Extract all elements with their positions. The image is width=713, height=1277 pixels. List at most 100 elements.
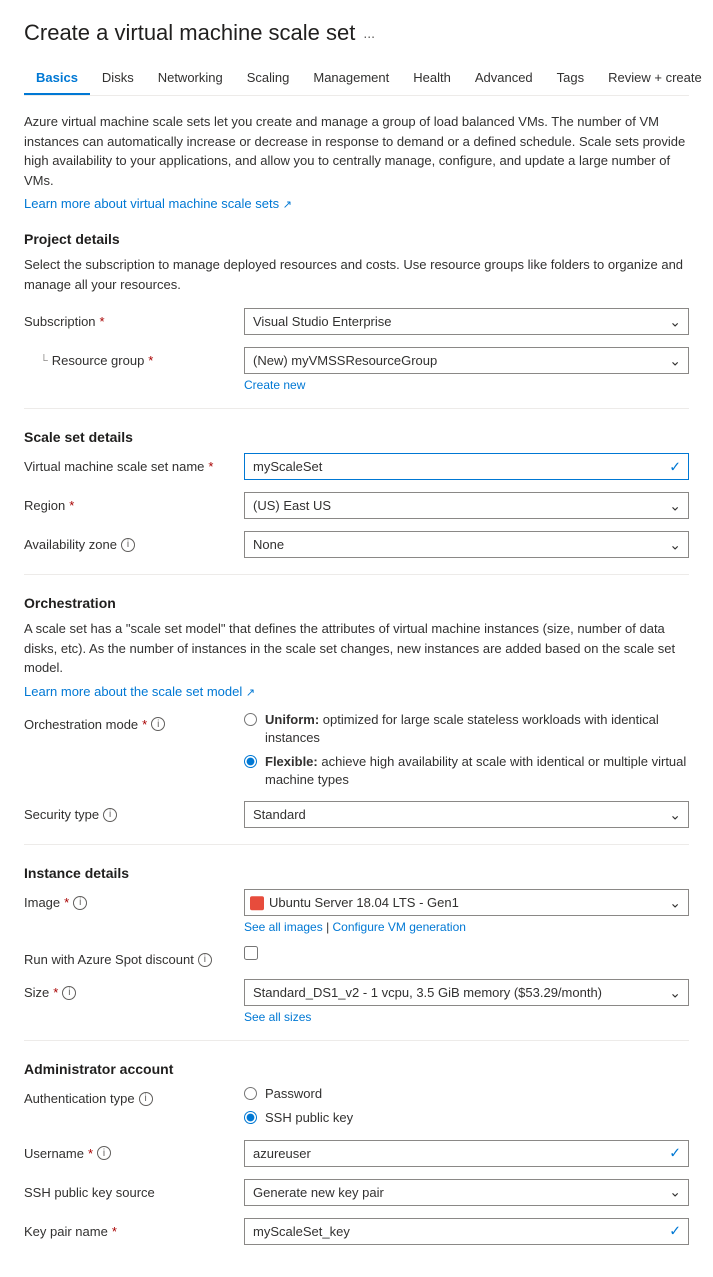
create-new-rg-link[interactable]: Create new (244, 378, 689, 392)
region-select[interactable]: (US) East US (244, 492, 689, 519)
ssh-key-source-select[interactable]: Generate new key pair (244, 1179, 689, 1206)
availability-zone-select[interactable]: None (244, 531, 689, 558)
orchestration-title: Orchestration (24, 595, 689, 611)
orchestration-mode-info-icon[interactable]: i (151, 717, 165, 731)
vm-name-check-icon: ✓ (669, 458, 681, 475)
availability-zone-info-icon[interactable]: i (121, 538, 135, 552)
image-row: Image * i Ubuntu Server 18.04 LTS - Gen1… (24, 889, 689, 934)
subscription-required: * (100, 314, 105, 329)
spot-discount-checkbox-label[interactable] (244, 946, 689, 960)
spot-discount-label: Run with Azure Spot discount i (24, 946, 244, 967)
vm-name-input[interactable] (244, 453, 689, 480)
key-pair-name-control: ✓ (244, 1218, 689, 1245)
see-all-sizes-link[interactable]: See all sizes (244, 1010, 311, 1024)
availability-zone-select-wrapper[interactable]: None (244, 531, 689, 558)
size-label: Size * i (24, 979, 244, 1000)
radio-password-input[interactable] (244, 1087, 257, 1100)
spot-discount-info-icon[interactable]: i (198, 953, 212, 967)
region-label: Region * (24, 492, 244, 513)
radio-uniform-input[interactable] (244, 713, 257, 726)
tab-health[interactable]: Health (401, 62, 463, 95)
security-type-select[interactable]: Standard (244, 801, 689, 828)
size-control: Standard_DS1_v2 - 1 vcpu, 3.5 GiB memory… (244, 979, 689, 1024)
key-pair-name-input[interactable] (244, 1218, 689, 1245)
orchestration-mode-radio-group: Uniform: optimized for large scale state… (244, 711, 689, 790)
spot-discount-control (244, 946, 689, 960)
orchestration-description: A scale set has a "scale set model" that… (24, 619, 689, 678)
page-title-menu[interactable]: ... (363, 25, 375, 41)
key-pair-name-input-wrapper: ✓ (244, 1218, 689, 1245)
region-row: Region * (US) East US (24, 492, 689, 519)
subscription-select-wrapper[interactable]: Visual Studio Enterprise (244, 308, 689, 335)
size-required: * (53, 985, 58, 1000)
security-type-control: Standard (244, 801, 689, 828)
orchestration-mode-label: Orchestration mode * i (24, 711, 244, 732)
username-row: Username * i ✓ (24, 1140, 689, 1167)
spot-discount-row: Run with Azure Spot discount i (24, 946, 689, 967)
radio-ssh-input[interactable] (244, 1111, 257, 1124)
orchestration-mode-required: * (142, 717, 147, 732)
image-select-wrapper[interactable]: Ubuntu Server 18.04 LTS - Gen1 (244, 889, 689, 916)
orchestration-mode-control: Uniform: optimized for large scale state… (244, 711, 689, 790)
size-info-icon[interactable]: i (62, 986, 76, 1000)
tab-advanced[interactable]: Advanced (463, 62, 545, 95)
radio-ssh[interactable]: SSH public key (244, 1109, 689, 1127)
learn-more-link[interactable]: Learn more about virtual machine scale s… (24, 196, 279, 211)
image-links-row: See all images | Configure VM generation (244, 920, 689, 934)
learn-scale-set-model-link[interactable]: Learn more about the scale set model (24, 684, 242, 699)
radio-uniform[interactable]: Uniform: optimized for large scale state… (244, 711, 689, 747)
radio-ssh-label: SSH public key (265, 1109, 353, 1127)
tab-tags[interactable]: Tags (545, 62, 596, 95)
size-row: Size * i Standard_DS1_v2 - 1 vcpu, 3.5 G… (24, 979, 689, 1024)
region-select-wrapper[interactable]: (US) East US (244, 492, 689, 519)
key-pair-name-check-icon: ✓ (669, 1223, 681, 1240)
ssh-key-source-row: SSH public key source Generate new key p… (24, 1179, 689, 1206)
image-control: Ubuntu Server 18.04 LTS - Gen1 See all i… (244, 889, 689, 934)
orchestration-mode-row: Orchestration mode * i Uniform: optimize… (24, 711, 689, 790)
radio-password-label: Password (265, 1085, 322, 1103)
tab-disks[interactable]: Disks (90, 62, 146, 95)
size-select-wrapper[interactable]: Standard_DS1_v2 - 1 vcpu, 3.5 GiB memory… (244, 979, 689, 1006)
username-info-icon[interactable]: i (97, 1146, 111, 1160)
spot-discount-checkbox[interactable] (244, 946, 258, 960)
admin-account-title: Administrator account (24, 1061, 689, 1077)
security-type-info-icon[interactable]: i (103, 808, 117, 822)
ssh-key-source-control: Generate new key pair (244, 1179, 689, 1206)
radio-flexible-input[interactable] (244, 755, 257, 768)
radio-flexible[interactable]: Flexible: achieve high availability at s… (244, 753, 689, 789)
auth-type-row: Authentication type i Password SSH publi… (24, 1085, 689, 1127)
image-required: * (64, 895, 69, 910)
image-select[interactable]: Ubuntu Server 18.04 LTS - Gen1 (244, 889, 689, 916)
image-info-icon[interactable]: i (73, 896, 87, 910)
size-links-row: See all sizes (244, 1010, 689, 1024)
security-type-select-wrapper[interactable]: Standard (244, 801, 689, 828)
tab-scaling[interactable]: Scaling (235, 62, 302, 95)
region-required: * (69, 498, 74, 513)
tab-review-create[interactable]: Review + create (596, 62, 713, 95)
key-pair-name-required: * (112, 1224, 117, 1239)
tab-management[interactable]: Management (301, 62, 401, 95)
auth-type-radio-group: Password SSH public key (244, 1085, 689, 1127)
username-input[interactable] (244, 1140, 689, 1167)
configure-vm-generation-link[interactable]: Configure VM generation (333, 920, 466, 934)
availability-zone-label: Availability zone i (24, 531, 244, 552)
tab-networking[interactable]: Networking (146, 62, 235, 95)
resource-group-select[interactable]: (New) myVMSSResourceGroup (244, 347, 689, 374)
ssh-key-source-label: SSH public key source (24, 1179, 244, 1200)
see-all-images-link[interactable]: See all images (244, 920, 323, 934)
auth-type-info-icon[interactable]: i (139, 1092, 153, 1106)
key-pair-name-row: Key pair name * ✓ (24, 1218, 689, 1245)
auth-type-label: Authentication type i (24, 1085, 244, 1106)
subscription-label: Subscription * (24, 308, 244, 329)
tab-basics[interactable]: Basics (24, 62, 90, 95)
key-pair-name-label: Key pair name * (24, 1218, 244, 1239)
security-type-row: Security type i Standard (24, 801, 689, 828)
ssh-key-source-select-wrapper[interactable]: Generate new key pair (244, 1179, 689, 1206)
subscription-select[interactable]: Visual Studio Enterprise (244, 308, 689, 335)
size-select[interactable]: Standard_DS1_v2 - 1 vcpu, 3.5 GiB memory… (244, 979, 689, 1006)
image-label: Image * i (24, 889, 244, 910)
resource-group-select-wrapper[interactable]: (New) myVMSSResourceGroup (244, 347, 689, 374)
radio-uniform-label: Uniform: optimized for large scale state… (265, 711, 689, 747)
divider-2 (24, 574, 689, 575)
radio-password[interactable]: Password (244, 1085, 689, 1103)
